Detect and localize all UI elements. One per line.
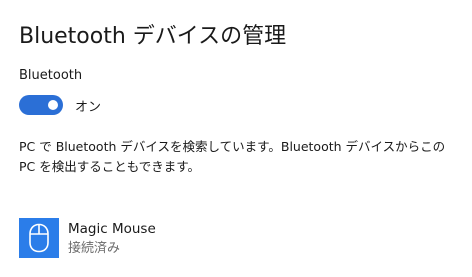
device-status: 接続済み — [68, 241, 121, 256]
toggle-state-label: オン — [75, 99, 102, 115]
device-name: Magic Mouse — [68, 221, 156, 237]
device-item[interactable]: Magic Mouse 接続済み — [19, 218, 156, 258]
page-title: Bluetooth デバイスの管理 — [19, 24, 287, 49]
discovery-description: PC で Bluetooth デバイスを検索しています。Bluetooth デバ… — [19, 139, 446, 174]
toggle-knob — [48, 100, 58, 110]
bluetooth-label: Bluetooth — [19, 68, 83, 83]
mouse-icon — [19, 218, 59, 258]
device-text: Magic Mouse 接続済み — [68, 218, 156, 258]
bluetooth-toggle[interactable] — [19, 95, 63, 115]
bluetooth-toggle-row[interactable]: オン — [19, 95, 101, 115]
